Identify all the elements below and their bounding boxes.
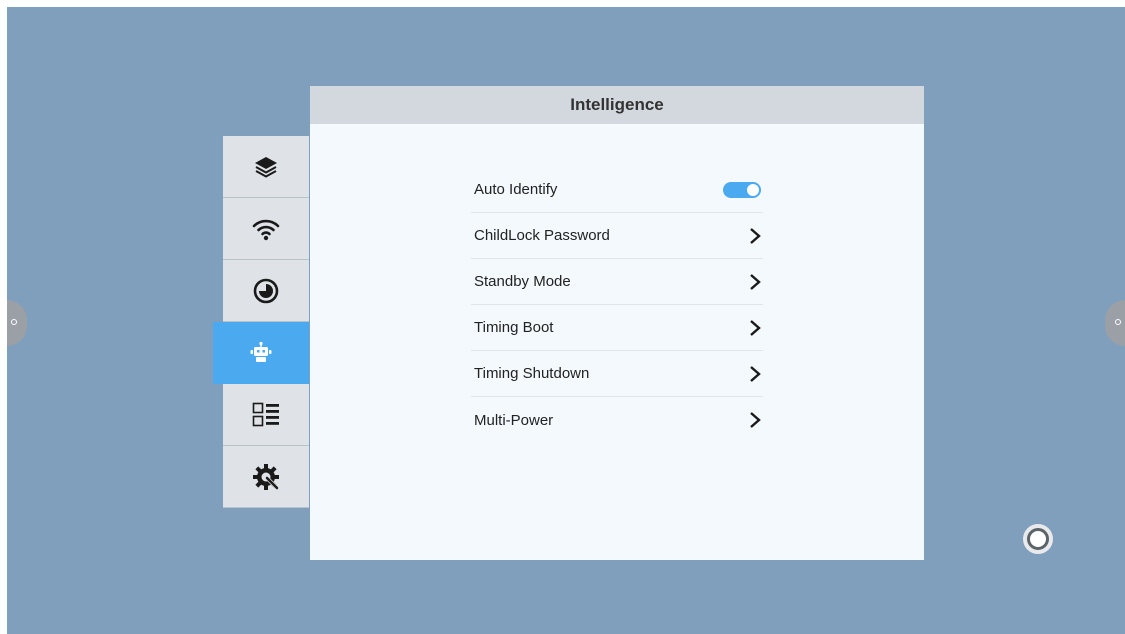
chevron-right-icon	[750, 273, 761, 290]
menu-row-label: Multi-Power	[474, 411, 554, 429]
chevron-right-icon	[750, 412, 761, 428]
floating-button-center	[1030, 531, 1046, 547]
menu-row-label: ChildLock Password	[474, 227, 610, 244]
sidebar-item-applications[interactable]	[223, 384, 309, 446]
clock-icon	[253, 278, 279, 303]
gear-wrench-icon	[253, 463, 279, 490]
menu-row-childlock-password[interactable]: ChildLock Password	[471, 213, 763, 259]
sidebar-item-input-source[interactable]	[223, 136, 309, 198]
sidebar-item-time[interactable]	[223, 260, 309, 322]
menu-row-auto-identify[interactable]: Auto Identify	[471, 167, 763, 213]
sidebar-item-intelligence[interactable]	[213, 322, 309, 384]
menu-row-label: Auto Identify	[474, 181, 558, 198]
robot-icon	[250, 341, 272, 362]
apps-list-icon	[252, 402, 279, 426]
auto-identify-toggle[interactable]	[723, 181, 761, 198]
sidebar-item-network[interactable]	[223, 198, 309, 260]
intelligence-menu: Auto Identify ChildLock Password Standby…	[471, 167, 763, 443]
floating-assistive-button[interactable]	[1023, 524, 1053, 554]
chevron-right-icon	[750, 227, 761, 244]
chevron-right-icon	[750, 319, 761, 336]
menu-row-multi-power[interactable]: Multi-Power	[471, 397, 763, 443]
menu-row-timing-shutdown[interactable]: Timing Shutdown	[471, 351, 763, 397]
settings-dot-icon	[11, 319, 17, 325]
toggle-knob	[747, 183, 759, 196]
menu-row-timing-boot[interactable]: Timing Boot	[471, 305, 763, 351]
menu-row-label: Standby Mode	[474, 273, 571, 290]
wifi-icon	[252, 219, 280, 240]
settings-sidebar	[213, 136, 309, 508]
sidebar-item-advanced-settings[interactable]	[223, 446, 309, 508]
settings-dot-icon	[1115, 319, 1121, 325]
layers-icon	[255, 156, 277, 178]
panel-title: Intelligence	[310, 86, 924, 124]
menu-row-label: Timing Shutdown	[474, 365, 590, 382]
menu-row-label: Timing Boot	[474, 319, 554, 336]
menu-row-standby-mode[interactable]: Standby Mode	[471, 259, 763, 305]
chevron-right-icon	[750, 365, 761, 382]
